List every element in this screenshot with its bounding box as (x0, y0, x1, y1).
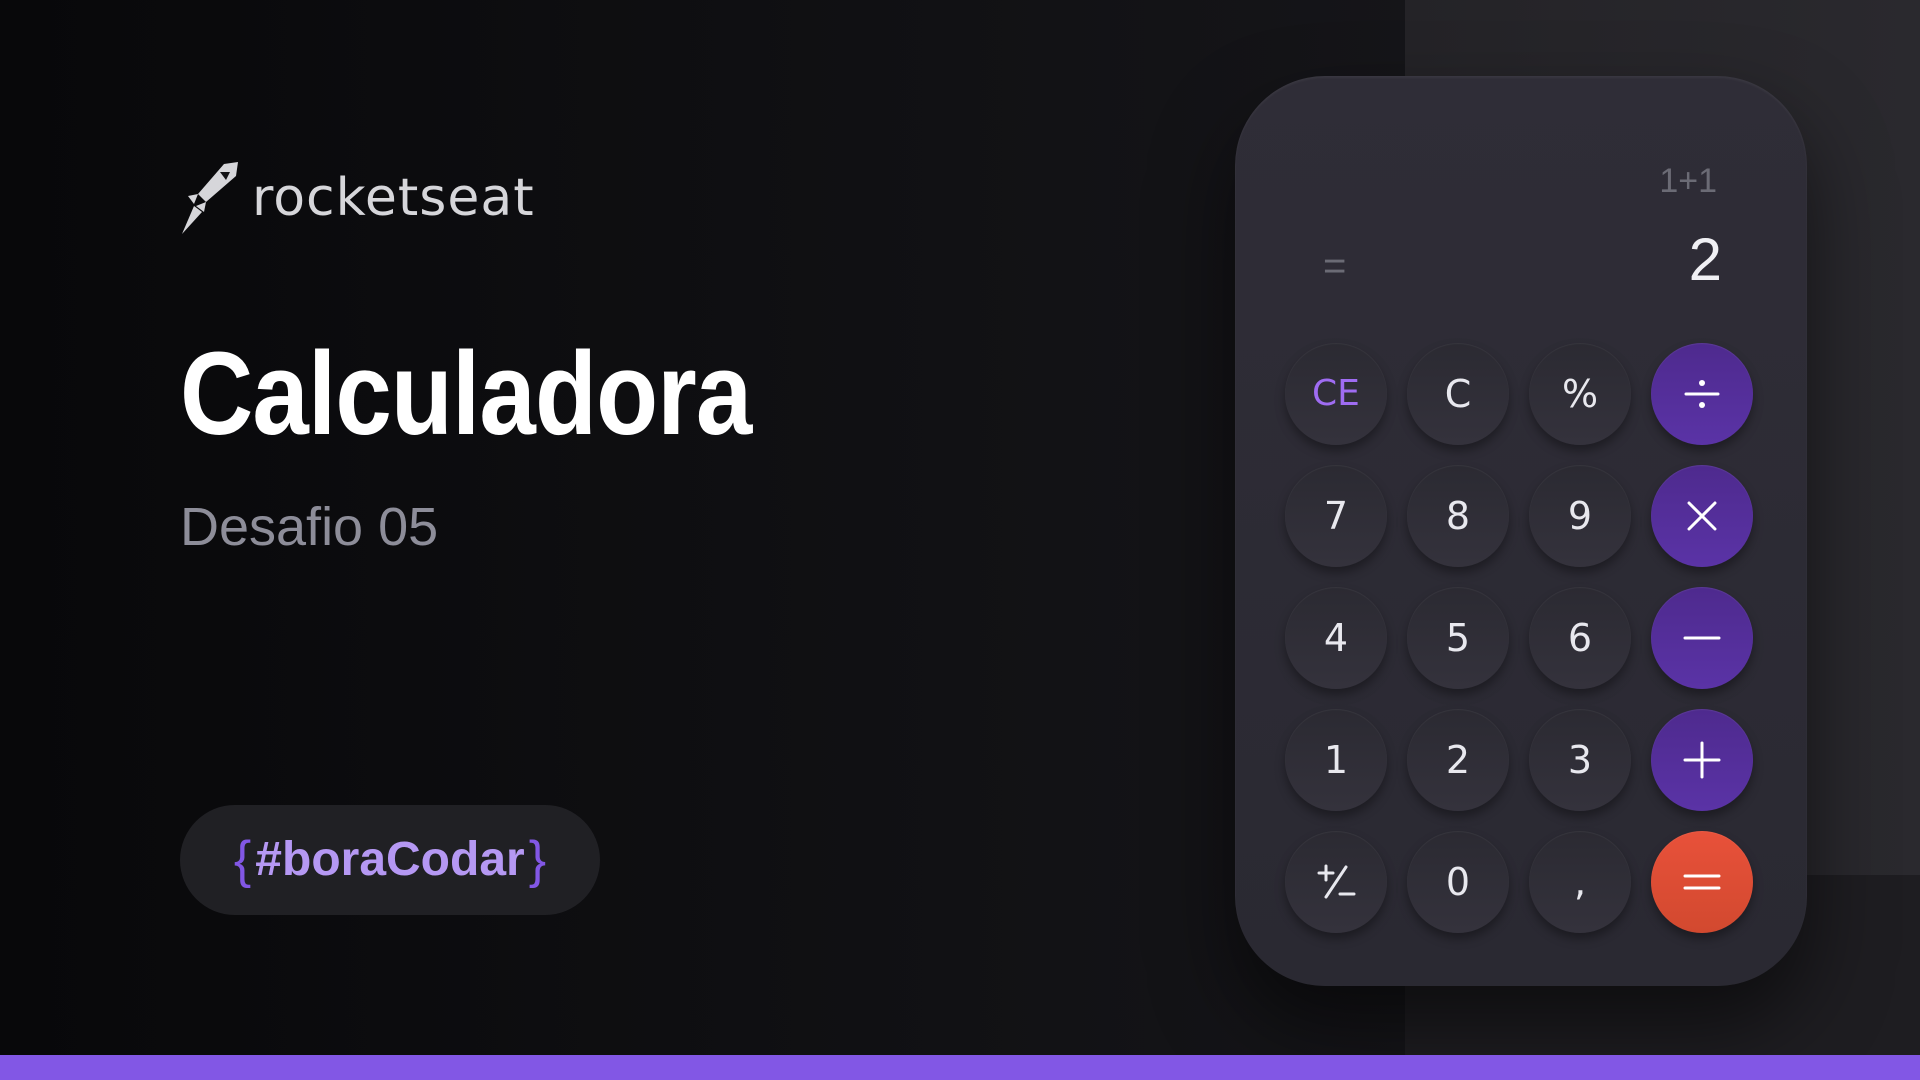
multiply-button[interactable] (1651, 465, 1753, 567)
page-subtitle: Desafio 05 (180, 497, 439, 557)
digit-3-button[interactable]: 3 (1529, 709, 1631, 811)
plus-minus-button[interactable] (1285, 831, 1387, 933)
percent-button[interactable]: % (1529, 343, 1631, 445)
digit-1-button[interactable]: 1 (1285, 709, 1387, 811)
badge-open-brace: { (233, 831, 252, 889)
logo-text: rocketseat (252, 168, 535, 228)
equals-icon (1683, 874, 1721, 890)
minus-icon (1683, 636, 1721, 640)
digit-9-button[interactable]: 9 (1529, 465, 1631, 567)
badge-close-brace: } (528, 831, 547, 889)
calculator: 1+1 = 2 CE C % 7 8 9 4 5 6 1 2 3 0 , (1235, 76, 1807, 986)
calculator-display: 1+1 = 2 (1235, 76, 1807, 306)
digit-8-button[interactable]: 8 (1407, 465, 1509, 567)
equals-button[interactable] (1651, 831, 1753, 933)
minus-button[interactable] (1651, 587, 1753, 689)
result-text: 2 (1688, 226, 1722, 293)
expression-text: 1+1 (1659, 162, 1717, 200)
hashtag-badge: { #boraCodar } (180, 805, 600, 915)
keypad: CE C % 7 8 9 4 5 6 1 2 3 0 , (1285, 343, 1753, 933)
comma-button[interactable]: , (1529, 831, 1631, 933)
divide-icon (1684, 380, 1720, 408)
digit-2-button[interactable]: 2 (1407, 709, 1509, 811)
clear-entry-button[interactable]: CE (1285, 343, 1387, 445)
bottom-accent-bar (0, 1055, 1920, 1080)
digit-6-button[interactable]: 6 (1529, 587, 1631, 689)
digit-0-button[interactable]: 0 (1407, 831, 1509, 933)
digit-4-button[interactable]: 4 (1285, 587, 1387, 689)
badge-tag: #boraCodar (255, 833, 525, 886)
plus-button[interactable] (1651, 709, 1753, 811)
rocket-icon (182, 162, 238, 234)
rocketseat-logo: rocketseat (180, 160, 535, 236)
clear-button[interactable]: C (1407, 343, 1509, 445)
digit-5-button[interactable]: 5 (1407, 587, 1509, 689)
digit-7-button[interactable]: 7 (1285, 465, 1387, 567)
equals-indicator: = (1323, 244, 1347, 288)
plus-icon (1683, 741, 1721, 779)
page-title: Calculadora (180, 328, 752, 460)
plus-minus-icon (1317, 864, 1356, 899)
divide-button[interactable] (1651, 343, 1753, 445)
multiply-icon (1687, 501, 1717, 531)
